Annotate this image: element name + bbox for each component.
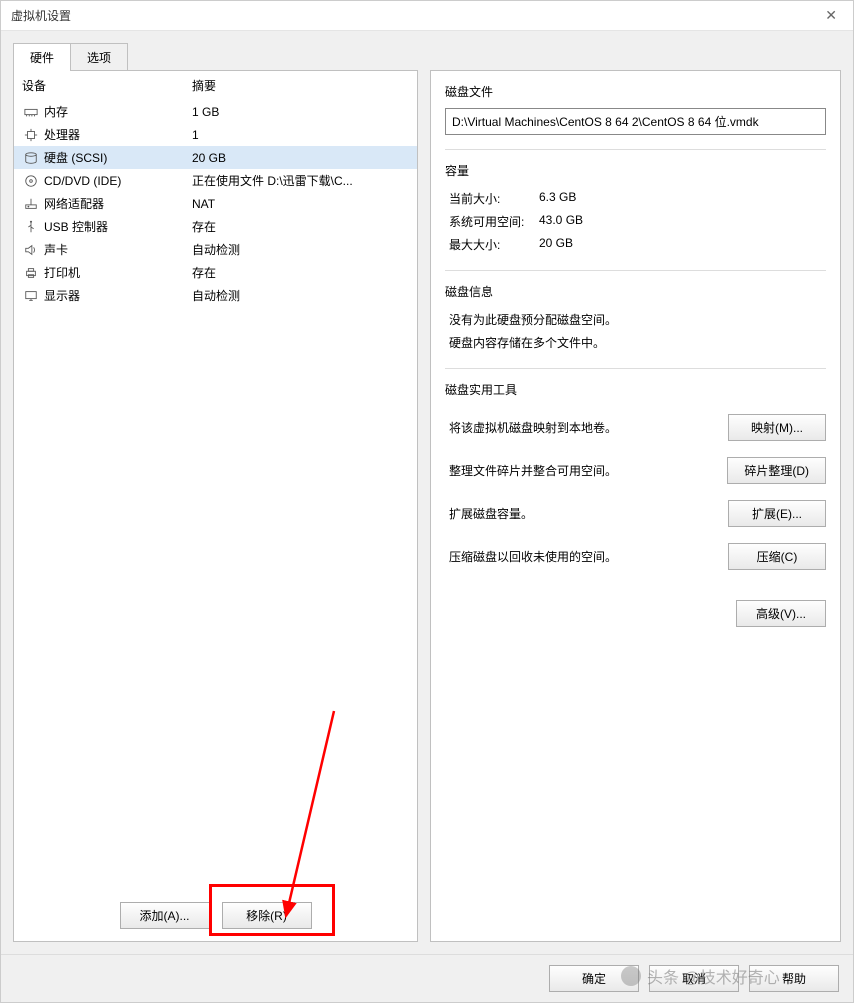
compact-button[interactable]: 压缩(C) — [728, 543, 826, 570]
device-summary: NAT — [192, 197, 409, 211]
map-button[interactable]: 映射(M)... — [728, 414, 826, 441]
col-device: 设备 — [22, 77, 192, 94]
separator — [445, 270, 826, 271]
device-summary: 正在使用文件 D:\迅雷下载\C... — [192, 172, 409, 189]
net-icon — [22, 196, 40, 212]
util-defrag-row: 整理文件碎片并整合可用空间。 碎片整理(D) — [445, 449, 826, 492]
device-row-sound[interactable]: 声卡自动检测 — [14, 238, 417, 261]
cap-free-row: 系统可用空间: 43.0 GB — [445, 210, 826, 233]
device-row-net[interactable]: 网络适配器NAT — [14, 192, 417, 215]
diskfile-path[interactable]: D:\Virtual Machines\CentOS 8 64 2\CentOS… — [445, 108, 826, 135]
remove-button[interactable]: 移除(R) — [222, 902, 312, 929]
util-expand-row: 扩展磁盘容量。 扩展(E)... — [445, 492, 826, 535]
disk-icon — [22, 150, 40, 166]
help-button[interactable]: 帮助 — [749, 965, 839, 992]
util-map-desc: 将该虚拟机磁盘映射到本地卷。 — [449, 419, 718, 436]
device-summary: 1 GB — [192, 105, 409, 119]
expand-button[interactable]: 扩展(E)... — [728, 500, 826, 527]
tab-hardware[interactable]: 硬件 — [13, 43, 71, 71]
device-list[interactable]: 内存1 GB处理器1硬盘 (SCSI)20 GBCD/DVD (IDE)正在使用… — [14, 100, 417, 890]
device-name: 处理器 — [44, 126, 192, 143]
device-row-disk[interactable]: 硬盘 (SCSI)20 GB — [14, 146, 417, 169]
device-list-header: 设备 摘要 — [14, 71, 417, 100]
device-name: 硬盘 (SCSI) — [44, 149, 192, 166]
cap-current-row: 当前大小: 6.3 GB — [445, 187, 826, 210]
info-line1: 没有为此硬盘预分配磁盘空间。 — [445, 308, 826, 331]
add-button[interactable]: 添加(A)... — [120, 902, 210, 929]
device-row-memory[interactable]: 内存1 GB — [14, 100, 417, 123]
device-summary: 自动检测 — [192, 287, 409, 304]
util-compact-desc: 压缩磁盘以回收未使用的空间。 — [449, 548, 718, 565]
cap-max-row: 最大大小: 20 GB — [445, 233, 826, 256]
device-row-printer[interactable]: 打印机存在 — [14, 261, 417, 284]
device-row-usb[interactable]: USB 控制器存在 — [14, 215, 417, 238]
cpu-icon — [22, 127, 40, 143]
util-defrag-desc: 整理文件碎片并整合可用空间。 — [449, 462, 717, 479]
tab-bar: 硬件 选项 — [1, 31, 853, 71]
device-summary: 存在 — [192, 264, 409, 281]
cap-max-val: 20 GB — [539, 236, 573, 253]
cap-current-val: 6.3 GB — [539, 190, 576, 207]
vm-settings-window: 虚拟机设置 ✕ 硬件 选项 设备 摘要 内存1 GB处理器1硬盘 (SCSI)2… — [0, 0, 854, 1003]
sound-icon — [22, 242, 40, 258]
content-area: 设备 摘要 内存1 GB处理器1硬盘 (SCSI)20 GBCD/DVD (ID… — [1, 71, 853, 954]
device-summary: 1 — [192, 128, 409, 142]
cap-current-label: 当前大小: — [449, 190, 539, 207]
device-name: CD/DVD (IDE) — [44, 174, 192, 188]
advanced-button[interactable]: 高级(V)... — [736, 600, 826, 627]
cap-max-label: 最大大小: — [449, 236, 539, 253]
info-line2: 硬盘内容存储在多个文件中。 — [445, 331, 826, 354]
device-summary: 存在 — [192, 218, 409, 235]
util-map-row: 将该虚拟机磁盘映射到本地卷。 映射(M)... — [445, 406, 826, 449]
cancel-button[interactable]: 取消 — [649, 965, 739, 992]
display-icon — [22, 288, 40, 304]
device-name: 打印机 — [44, 264, 192, 281]
device-row-display[interactable]: 显示器自动检测 — [14, 284, 417, 307]
defrag-button[interactable]: 碎片整理(D) — [727, 457, 826, 484]
cap-free-val: 43.0 GB — [539, 213, 583, 230]
close-icon[interactable]: ✕ — [819, 7, 843, 24]
titlebar: 虚拟机设置 ✕ — [1, 1, 853, 31]
diskfile-title: 磁盘文件 — [445, 83, 826, 100]
device-name: USB 控制器 — [44, 218, 192, 235]
tab-options[interactable]: 选项 — [70, 43, 128, 71]
device-buttons: 添加(A)... 移除(R) — [14, 890, 417, 941]
device-summary: 20 GB — [192, 151, 409, 165]
memory-icon — [22, 104, 40, 120]
util-title: 磁盘实用工具 — [445, 381, 826, 398]
util-compact-row: 压缩磁盘以回收未使用的空间。 压缩(C) — [445, 535, 826, 578]
advanced-row: 高级(V)... — [445, 578, 826, 627]
separator — [445, 368, 826, 369]
usb-icon — [22, 219, 40, 235]
footer: 确定 取消 帮助 头条 @技术好奇心 — [1, 954, 853, 1002]
capacity-title: 容量 — [445, 162, 826, 179]
details-panel: 磁盘文件 D:\Virtual Machines\CentOS 8 64 2\C… — [430, 70, 841, 942]
util-expand-desc: 扩展磁盘容量。 — [449, 505, 718, 522]
printer-icon — [22, 265, 40, 281]
device-summary: 自动检测 — [192, 241, 409, 258]
info-title: 磁盘信息 — [445, 283, 826, 300]
device-name: 声卡 — [44, 241, 192, 258]
cd-icon — [22, 173, 40, 189]
separator — [445, 149, 826, 150]
device-name: 内存 — [44, 103, 192, 120]
device-name: 显示器 — [44, 287, 192, 304]
device-row-cpu[interactable]: 处理器1 — [14, 123, 417, 146]
device-panel: 设备 摘要 内存1 GB处理器1硬盘 (SCSI)20 GBCD/DVD (ID… — [13, 70, 418, 942]
window-title: 虚拟机设置 — [11, 7, 71, 24]
ok-button[interactable]: 确定 — [549, 965, 639, 992]
device-name: 网络适配器 — [44, 195, 192, 212]
device-row-cd[interactable]: CD/DVD (IDE)正在使用文件 D:\迅雷下载\C... — [14, 169, 417, 192]
cap-free-label: 系统可用空间: — [449, 213, 539, 230]
col-summary: 摘要 — [192, 77, 216, 94]
